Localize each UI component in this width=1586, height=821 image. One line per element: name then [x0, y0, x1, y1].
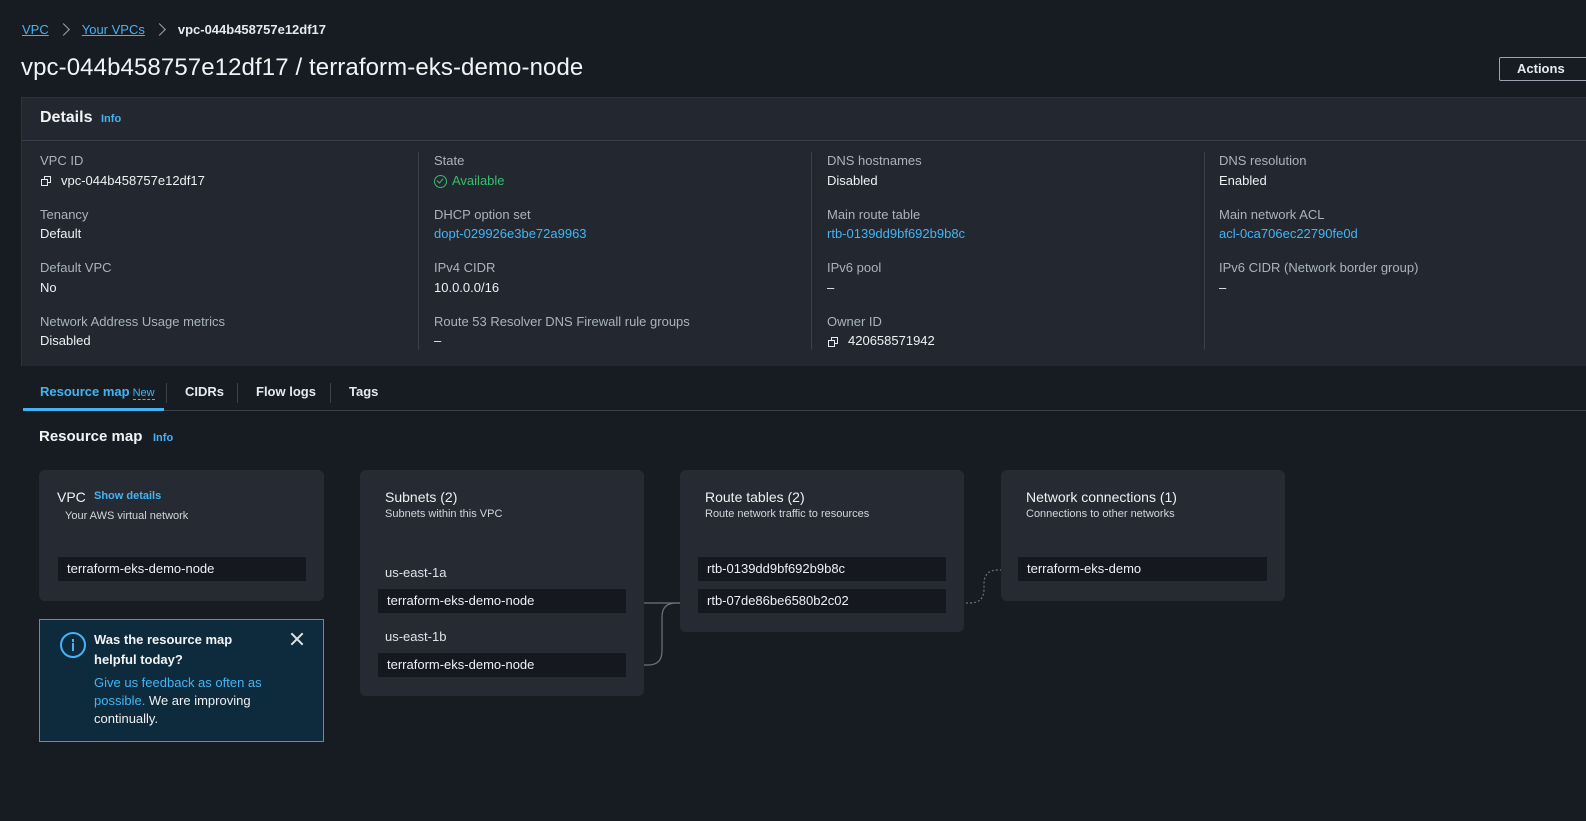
- subnets-card-title: Subnets (2): [385, 489, 458, 505]
- vpc-card-subtitle: Your AWS virtual network: [65, 510, 189, 522]
- subnet-chip[interactable]: terraform-eks-demo-node: [378, 589, 626, 613]
- feedback-body: Give us feedback as often as possible. W…: [94, 674, 279, 728]
- feedback-alert: Was the resource map helpful today? Give…: [39, 619, 324, 742]
- subnets-card-subtitle: Subnets within this VPC: [385, 508, 503, 520]
- network-connection-chip[interactable]: terraform-eks-demo: [1018, 557, 1267, 581]
- route-tables-card-subtitle: Route network traffic to resources: [705, 508, 870, 520]
- route-tables-card: Route tables (2) Route network traffic t…: [680, 470, 964, 632]
- close-icon[interactable]: [290, 632, 304, 646]
- network-connections-card-title: Network connections (1): [1026, 489, 1177, 505]
- show-details-button[interactable]: Show details: [94, 490, 161, 502]
- subnets-card: Subnets (2) Subnets within this VPC us-e…: [360, 470, 644, 696]
- network-connections-card-subtitle: Connections to other networks: [1026, 508, 1175, 520]
- az-label: us-east-1b: [385, 629, 447, 644]
- route-tables-card-title: Route tables (2): [705, 489, 805, 505]
- route-table-chip[interactable]: rtb-07de86be6580b2c02: [698, 589, 946, 613]
- subnet-chip[interactable]: terraform-eks-demo-node: [378, 653, 626, 677]
- az-label: us-east-1a: [385, 565, 447, 580]
- feedback-title: Was the resource map helpful today?: [94, 632, 233, 667]
- vpc-chip[interactable]: terraform-eks-demo-node: [58, 557, 306, 581]
- route-table-chip[interactable]: rtb-0139dd9bf692b9b8c: [698, 557, 946, 581]
- vpc-card-title: VPC: [57, 489, 86, 505]
- info-icon: [60, 632, 86, 658]
- vpc-card: VPC Your AWS virtual network terraform-e…: [39, 470, 324, 601]
- network-connections-card: Network connections (1) Connections to o…: [1001, 470, 1285, 601]
